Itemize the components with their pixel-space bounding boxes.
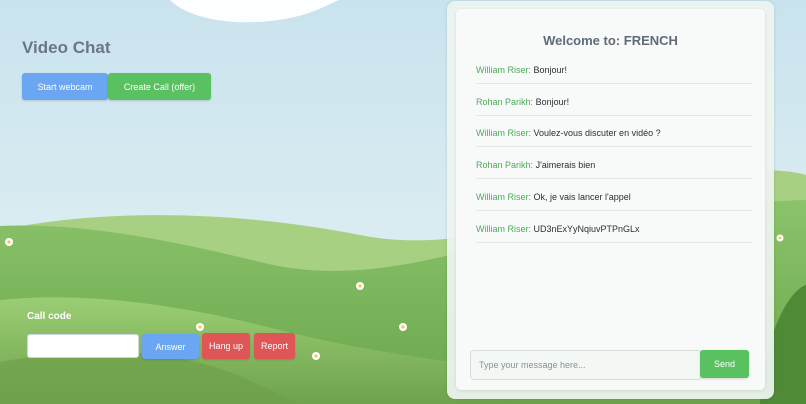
message-text: Voulez-vous discuter en vidéo ? xyxy=(533,128,661,138)
chat-message-input[interactable] xyxy=(470,350,702,380)
chat-title: Welcome to: FRENCH xyxy=(456,33,765,48)
message-text: Bonjour! xyxy=(533,65,568,75)
create-call-button[interactable]: Create Call (offer) xyxy=(108,73,211,100)
chat-message: Rohan Parikh: J'aimerais bien xyxy=(476,160,752,179)
answer-button[interactable]: Answer xyxy=(142,334,199,359)
chat-message: William Riser: Bonjour! xyxy=(476,65,752,84)
chat-message: William Riser: Voulez-vous discuter en v… xyxy=(476,128,752,147)
send-button[interactable]: Send xyxy=(700,350,749,378)
message-sender: William Riser: xyxy=(476,128,531,138)
message-text: Bonjour! xyxy=(535,97,570,107)
chat-message: Rohan Parikh: Bonjour! xyxy=(476,97,752,116)
message-text: UD3nExYyNqiuvPTPnGLx xyxy=(533,224,640,234)
hang-up-button[interactable]: Hang up xyxy=(202,333,250,359)
message-sender: William Riser: xyxy=(476,65,531,75)
message-sender: Rohan Parikh: xyxy=(476,97,534,107)
message-text: Ok, je vais lancer l'appel xyxy=(533,192,631,202)
chat-title-prefix: Welcome to: xyxy=(543,33,621,48)
message-text: J'aimerais bien xyxy=(535,160,596,170)
report-button[interactable]: Report xyxy=(254,333,295,359)
chat-message: William Riser: UD3nExYyNqiuvPTPnGLx xyxy=(476,224,752,243)
chat-card: Welcome to: FRENCH William Riser: Bonjou… xyxy=(456,9,765,390)
message-sender: William Riser: xyxy=(476,192,531,202)
call-code-label: Call code xyxy=(27,311,72,322)
call-code-input[interactable] xyxy=(27,334,139,358)
chat-message: William Riser: Ok, je vais lancer l'appe… xyxy=(476,192,752,211)
start-webcam-button[interactable]: Start webcam xyxy=(22,73,108,100)
message-sender: Rohan Parikh: xyxy=(476,160,534,170)
message-sender: William Riser: xyxy=(476,224,531,234)
page-title: Video Chat xyxy=(22,38,111,57)
chat-panel: Welcome to: FRENCH William Riser: Bonjou… xyxy=(447,1,774,399)
chat-room-name: FRENCH xyxy=(623,33,678,48)
